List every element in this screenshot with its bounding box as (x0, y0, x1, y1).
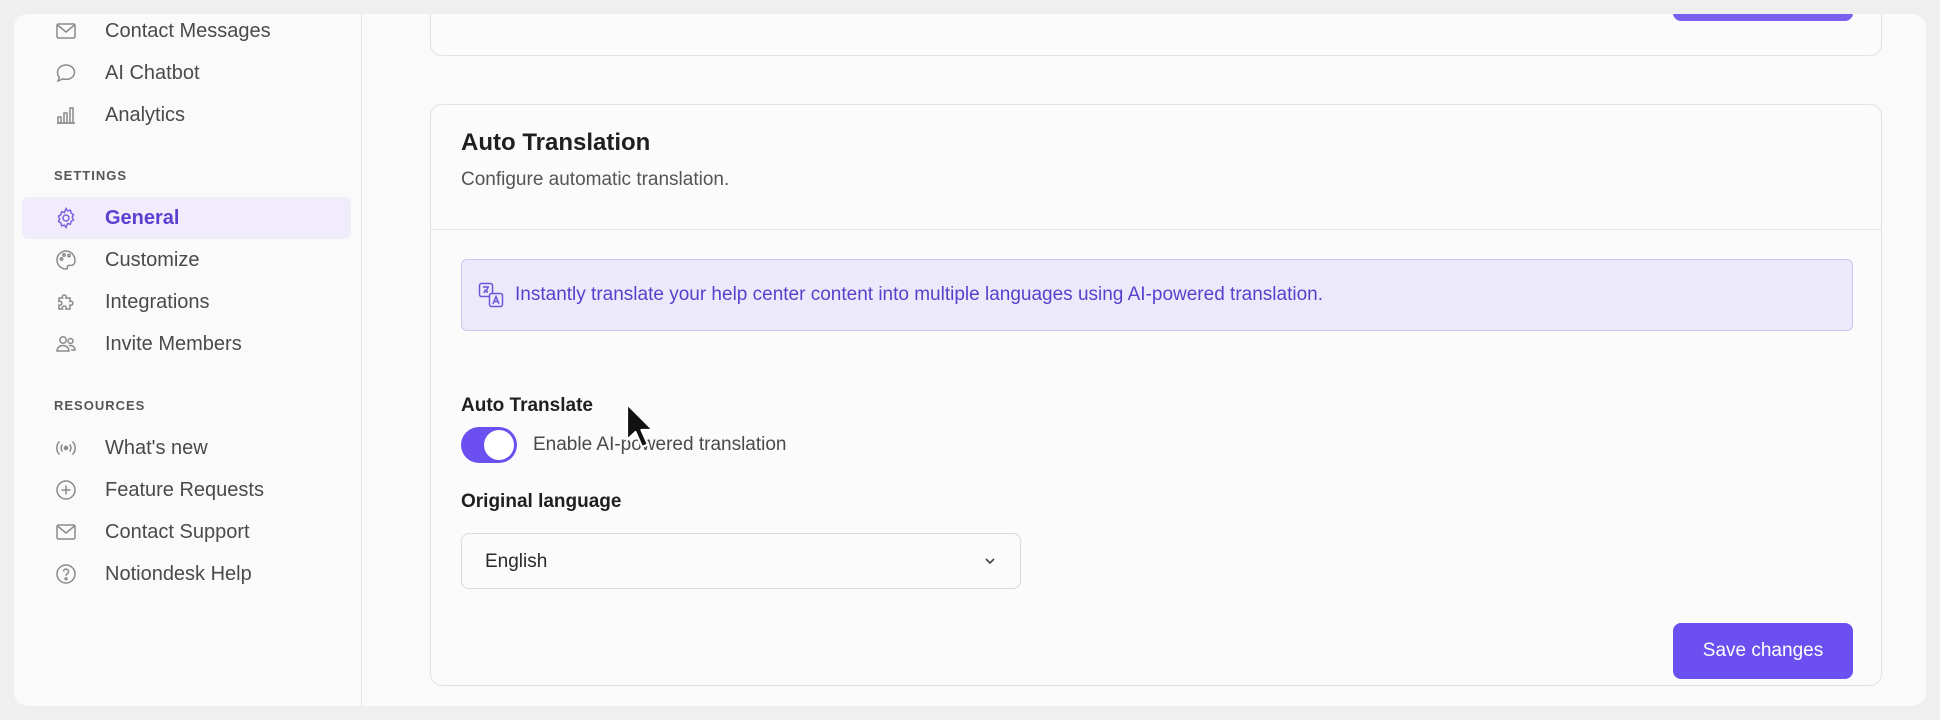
previous-card-save-button[interactable] (1673, 14, 1853, 21)
sidebar-item-invite-members[interactable]: Invite Members (22, 323, 351, 365)
envelope-icon (54, 19, 78, 43)
card-title: Auto Translation (461, 129, 651, 156)
sidebar-item-label: Invite Members (105, 332, 242, 355)
translate-icon (478, 282, 504, 308)
app-frame: Contact Messages AI Chatbot Analytics SE… (14, 14, 1926, 706)
selected-language: English (485, 551, 548, 572)
sidebar-item-notiondesk-help[interactable]: Notiondesk Help (22, 553, 351, 595)
sidebar-item-feature-requests[interactable]: Feature Requests (22, 469, 351, 511)
gear-icon (54, 206, 78, 230)
auto-translation-card: Auto Translation Configure automatic tra… (430, 104, 1882, 686)
palette-icon (54, 248, 78, 272)
toggle-description: Enable AI-powered translation (533, 434, 787, 455)
puzzle-icon (54, 290, 78, 314)
sidebar-item-label: Feature Requests (105, 478, 264, 501)
chevron-down-icon (982, 553, 998, 569)
users-icon (54, 332, 78, 356)
sidebar-item-label: AI Chatbot (105, 61, 200, 84)
question-circle-icon (54, 562, 78, 586)
sidebar-item-general[interactable]: General (22, 197, 351, 239)
sidebar-item-analytics[interactable]: Analytics (22, 94, 351, 136)
previous-settings-card (430, 14, 1882, 56)
card-subtitle: Configure automatic translation. (461, 169, 730, 190)
original-language-select[interactable]: English (461, 533, 1021, 589)
sidebar-item-contact-messages[interactable]: Contact Messages (22, 14, 351, 52)
info-banner-text: Instantly translate your help center con… (515, 284, 1323, 305)
divider (431, 229, 1881, 230)
broadcast-icon (54, 436, 78, 460)
auto-translate-toggle[interactable] (461, 427, 517, 463)
sidebar-item-label: Integrations (105, 290, 210, 313)
sidebar-item-label: Contact Messages (105, 19, 271, 42)
sidebar: Contact Messages AI Chatbot Analytics SE… (14, 14, 362, 706)
sidebar-item-whats-new[interactable]: What's new (22, 427, 351, 469)
original-language-label: Original language (461, 491, 622, 512)
resources-section-header: RESOURCES (54, 398, 146, 413)
info-banner: Instantly translate your help center con… (461, 259, 1853, 331)
chat-bubble-icon (54, 61, 78, 85)
save-changes-button[interactable]: Save changes (1673, 623, 1853, 679)
sidebar-item-label: General (105, 206, 180, 229)
sidebar-item-label: Customize (105, 248, 200, 271)
sidebar-item-contact-support[interactable]: Contact Support (22, 511, 351, 553)
settings-section-header: SETTINGS (54, 168, 128, 183)
sidebar-item-label: Notiondesk Help (105, 562, 252, 585)
envelope-icon (54, 520, 78, 544)
sidebar-item-label: What's new (105, 436, 208, 459)
sidebar-item-integrations[interactable]: Integrations (22, 281, 351, 323)
bar-chart-icon (54, 103, 78, 127)
sidebar-item-label: Analytics (105, 103, 186, 126)
sidebar-item-label: Contact Support (105, 520, 250, 543)
sidebar-item-ai-chatbot[interactable]: AI Chatbot (22, 52, 351, 94)
toggle-knob (484, 430, 514, 460)
sidebar-item-customize[interactable]: Customize (22, 239, 351, 281)
plus-circle-icon (54, 478, 78, 502)
auto-translate-label: Auto Translate (461, 395, 593, 416)
